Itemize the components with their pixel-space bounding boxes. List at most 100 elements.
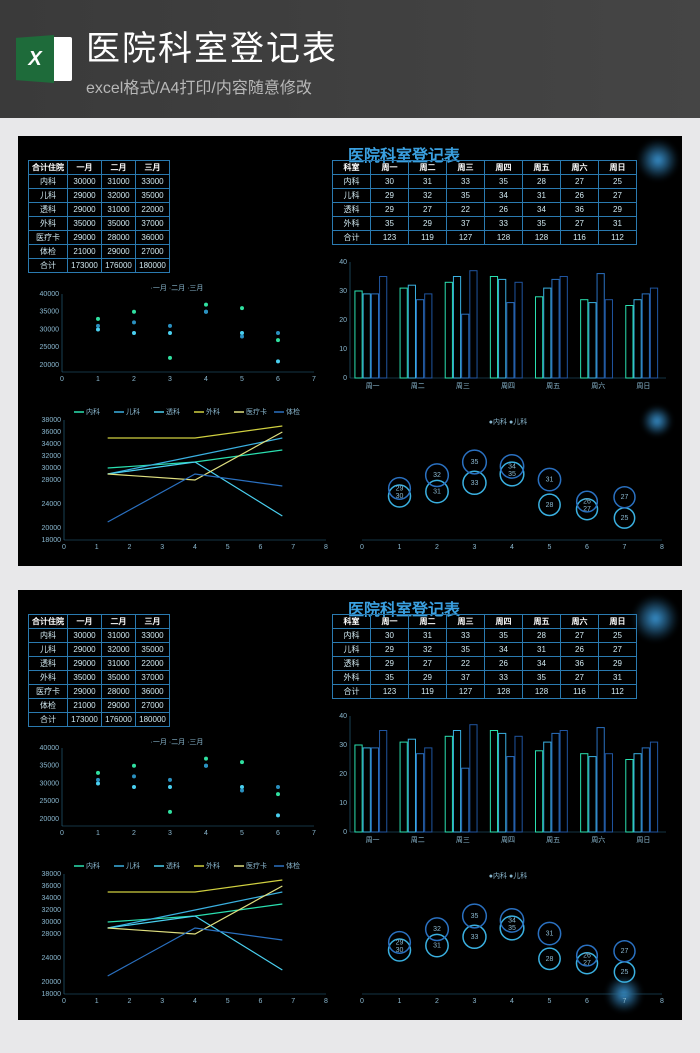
table-row: 内科300003100033000 bbox=[29, 175, 170, 189]
header-text: 医院科室登记表 excel格式/A4打印/内容随意修改 bbox=[86, 21, 684, 98]
col-header: 周四 bbox=[485, 615, 523, 629]
bar-chart: 010203040周一周二周三周四周五周六周日 bbox=[332, 256, 672, 396]
svg-text:1: 1 bbox=[95, 998, 99, 1005]
svg-text:7: 7 bbox=[623, 544, 627, 551]
worksheet-preview: 医院科室登记表合计住院一月二月三月内科300003100033000儿科2900… bbox=[18, 136, 682, 566]
svg-text:38000: 38000 bbox=[42, 871, 62, 878]
svg-text:30000: 30000 bbox=[40, 780, 60, 787]
svg-text:33: 33 bbox=[471, 934, 479, 941]
table-row: 儿科290003200035000 bbox=[29, 189, 170, 203]
svg-text:医疗卡: 医疗卡 bbox=[246, 407, 267, 416]
bubble-chart: ●内科 ●儿科012345678303133352827252932353431… bbox=[348, 414, 668, 554]
col-header: 周四 bbox=[485, 161, 523, 175]
svg-text:8: 8 bbox=[324, 998, 328, 1005]
svg-text:10: 10 bbox=[339, 800, 347, 807]
svg-text:31: 31 bbox=[546, 931, 554, 938]
svg-text:28000: 28000 bbox=[42, 477, 62, 484]
col-header: 周六 bbox=[561, 615, 599, 629]
svg-text:3: 3 bbox=[473, 544, 477, 551]
scatter-chart: ·一月 ·二月 ·三月20000250003000035000400000123… bbox=[32, 734, 322, 844]
table-row: 外科35293733352731 bbox=[333, 671, 637, 685]
svg-text:周六: 周六 bbox=[591, 835, 605, 844]
svg-text:周一: 周一 bbox=[366, 836, 380, 844]
svg-text:28: 28 bbox=[546, 956, 554, 963]
svg-text:3: 3 bbox=[168, 830, 172, 837]
svg-text:8: 8 bbox=[660, 544, 664, 551]
svg-text:26: 26 bbox=[583, 499, 591, 506]
svg-text:体检: 体检 bbox=[286, 861, 300, 870]
table-row: 体检210002900027000 bbox=[29, 699, 170, 713]
svg-text:医疗卡: 医疗卡 bbox=[246, 861, 267, 870]
svg-text:儿科: 儿科 bbox=[126, 861, 140, 870]
svg-text:40000: 40000 bbox=[40, 745, 60, 752]
svg-text:0: 0 bbox=[60, 376, 64, 383]
table-row: 合计173000176000180000 bbox=[29, 259, 170, 273]
svg-text:5: 5 bbox=[226, 998, 230, 1005]
line-chart: 内科儿科透科外科医疗卡体检180002000024000280003000032… bbox=[32, 858, 332, 1008]
svg-text:3: 3 bbox=[160, 998, 164, 1005]
col-header: 周五 bbox=[523, 615, 561, 629]
page-title: 医院科室登记表 bbox=[86, 21, 684, 70]
bar-chart: 010203040周一周二周三周四周五周六周日 bbox=[332, 710, 672, 850]
svg-text:4: 4 bbox=[510, 544, 514, 551]
svg-text:34000: 34000 bbox=[42, 895, 62, 902]
svg-text:6: 6 bbox=[585, 544, 589, 551]
svg-text:·一月 ·二月 ·三月: ·一月 ·二月 ·三月 bbox=[151, 738, 204, 746]
svg-text:内科: 内科 bbox=[86, 861, 100, 870]
svg-text:4: 4 bbox=[204, 830, 208, 837]
svg-text:40: 40 bbox=[339, 713, 347, 720]
svg-text:·一月 ·二月 ·三月: ·一月 ·二月 ·三月 bbox=[151, 284, 204, 292]
table-row: 内科300003100033000 bbox=[29, 629, 170, 643]
line-chart: 内科儿科透科外科医疗卡体检180002000024000280003000032… bbox=[32, 404, 332, 554]
svg-text:5: 5 bbox=[240, 376, 244, 383]
col-header: 周一 bbox=[371, 615, 409, 629]
svg-text:20000: 20000 bbox=[40, 816, 60, 823]
svg-text:30000: 30000 bbox=[40, 326, 60, 333]
svg-text:5: 5 bbox=[548, 544, 552, 551]
svg-text:0: 0 bbox=[62, 544, 66, 551]
svg-text:29: 29 bbox=[396, 485, 404, 492]
svg-text:6: 6 bbox=[276, 376, 280, 383]
svg-text:6: 6 bbox=[259, 544, 263, 551]
table-row: 儿科29323534312627 bbox=[333, 643, 637, 657]
svg-text:7: 7 bbox=[623, 998, 627, 1005]
table-row: 透科290003100022000 bbox=[29, 203, 170, 217]
svg-text:周三: 周三 bbox=[456, 382, 470, 390]
svg-text:4: 4 bbox=[204, 376, 208, 383]
col-header: 周二 bbox=[409, 615, 447, 629]
svg-text:3: 3 bbox=[160, 544, 164, 551]
svg-text:3: 3 bbox=[473, 998, 477, 1005]
svg-text:2: 2 bbox=[128, 998, 132, 1005]
bubble-chart: ●内科 ●儿科012345678303133352827252932353431… bbox=[348, 868, 668, 1008]
svg-text:6: 6 bbox=[276, 830, 280, 837]
svg-text:35: 35 bbox=[471, 459, 479, 466]
table-row: 透科290003100022000 bbox=[29, 657, 170, 671]
table-row: 透科29272226343629 bbox=[333, 203, 637, 217]
col-header: 周日 bbox=[599, 161, 637, 175]
svg-text:32: 32 bbox=[433, 926, 441, 933]
svg-text:●内科 ●儿科: ●内科 ●儿科 bbox=[489, 871, 527, 880]
svg-text:28000: 28000 bbox=[42, 931, 62, 938]
svg-text:7: 7 bbox=[312, 376, 316, 383]
col-header: 科室 bbox=[333, 161, 371, 175]
svg-text:40: 40 bbox=[339, 259, 347, 266]
svg-text:36000: 36000 bbox=[42, 883, 62, 890]
svg-text:1: 1 bbox=[96, 830, 100, 837]
svg-text:外科: 外科 bbox=[206, 861, 220, 870]
svg-text:2: 2 bbox=[435, 544, 439, 551]
col-header: 三月 bbox=[136, 615, 170, 629]
table-row: 医疗卡290002800036000 bbox=[29, 685, 170, 699]
svg-text:32: 32 bbox=[433, 472, 441, 479]
svg-text:内科: 内科 bbox=[86, 407, 100, 416]
table-row: 内科30313335282725 bbox=[333, 175, 637, 189]
svg-text:7: 7 bbox=[312, 830, 316, 837]
svg-text:29: 29 bbox=[396, 939, 404, 946]
col-header: 三月 bbox=[136, 161, 170, 175]
svg-text:透科: 透科 bbox=[166, 407, 180, 416]
svg-text:36000: 36000 bbox=[42, 429, 62, 436]
svg-text:7: 7 bbox=[291, 544, 295, 551]
table-row: 合计123119127128128116112 bbox=[333, 231, 637, 245]
svg-text:周六: 周六 bbox=[591, 381, 605, 390]
table-row: 合计123119127128128116112 bbox=[333, 685, 637, 699]
svg-text:10: 10 bbox=[339, 346, 347, 353]
